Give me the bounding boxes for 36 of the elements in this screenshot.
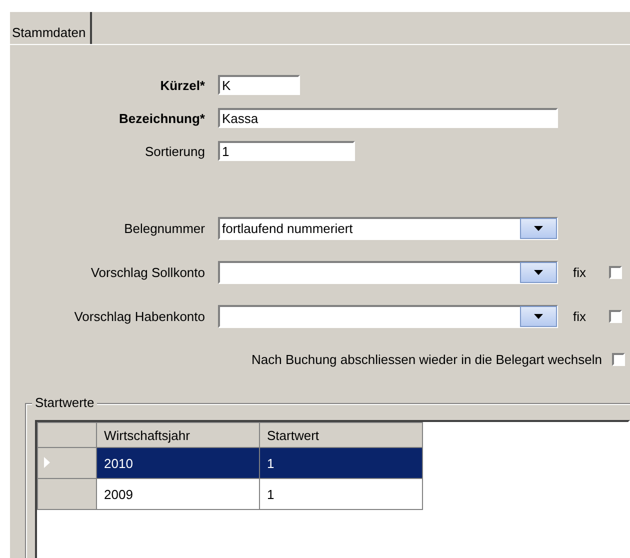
dropdown-field[interactable] xyxy=(218,304,558,328)
dropdown-button[interactable] xyxy=(520,218,557,238)
table-cell: 1 xyxy=(260,448,422,478)
table-cell: 2009 xyxy=(96,478,260,510)
dropdown-button[interactable] xyxy=(520,262,557,282)
caret-icon xyxy=(534,226,543,230)
row-header[interactable] xyxy=(38,448,96,478)
checkbox[interactable] xyxy=(609,310,622,322)
header-cell xyxy=(38,422,96,448)
table-cell: 1 xyxy=(260,478,422,510)
option-label: Nach Buchung abschliessen wieder in die Belegart wechseln xyxy=(252,352,602,367)
checkbox[interactable] xyxy=(609,266,622,278)
row-pointer-icon xyxy=(44,456,50,468)
column-header[interactable]: Wirtschaftsjahr xyxy=(96,422,260,448)
group-title: Startwerte xyxy=(32,395,98,410)
field-label: Vorschlag Sollkonto xyxy=(90,264,205,280)
row-header[interactable] xyxy=(38,478,96,510)
table-cell: 2010 xyxy=(96,448,260,478)
caret-icon xyxy=(534,270,543,274)
field-label: Sortierung xyxy=(144,144,205,158)
text-field[interactable]: 1 xyxy=(218,141,355,161)
checkbox[interactable] xyxy=(612,353,625,366)
field-label: Belegnummer xyxy=(123,220,205,236)
text-field[interactable]: Kassa xyxy=(218,108,558,128)
fix-label: fix xyxy=(573,308,586,324)
dropdown-field[interactable]: fortlaufend nummeriert xyxy=(218,216,558,240)
dropdown-button[interactable] xyxy=(520,306,557,326)
stammdaten-tab[interactable]: Stammdaten xyxy=(10,12,92,44)
field-label: Kürzel* xyxy=(159,78,205,92)
text-field[interactable]: K xyxy=(218,75,300,95)
caret-icon xyxy=(534,314,543,318)
field-label: Vorschlag Habenkonto xyxy=(73,308,205,324)
fix-label: fix xyxy=(573,264,586,280)
dropdown-field[interactable] xyxy=(218,260,558,284)
column-header[interactable]: Startwert xyxy=(260,422,422,448)
field-label: Bezeichnung* xyxy=(118,110,205,126)
